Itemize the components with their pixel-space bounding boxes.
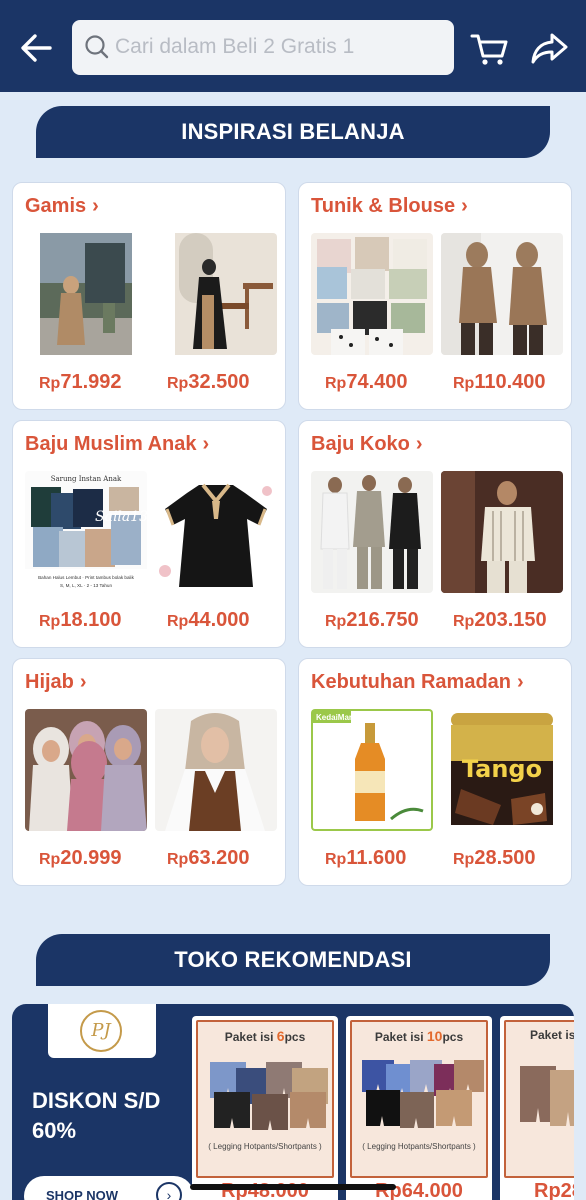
product-price: Rp64.000	[375, 1180, 463, 1200]
cart-icon	[470, 34, 508, 65]
product-image[interactable]	[441, 233, 563, 355]
category-title[interactable]: Gamis ›	[25, 195, 99, 218]
product-image: Paket isi 10pcs ( Legging Hotpants/Short…	[350, 1020, 488, 1178]
home-indicator	[190, 1184, 396, 1190]
product-price: Rp44.000	[167, 609, 250, 631]
back-button[interactable]	[14, 26, 58, 70]
chevron-right-icon: ›	[92, 195, 99, 217]
paket-label: Paket isi 6pcs	[224, 1028, 306, 1044]
search-placeholder: Cari dalam Beli 2 Gratis 1	[115, 35, 355, 58]
product-image[interactable]	[441, 471, 563, 593]
product-price: Rp203.150	[453, 609, 547, 631]
chevron-right-icon: ›	[461, 195, 468, 217]
category-card-baju-koko[interactable]: Baju Koko › Rp216.750 Rp203.150	[298, 420, 572, 648]
shop-now-label: SHOP NOW	[46, 1188, 118, 1200]
toko-recommendation-panel: PJ DISKON S/D 60% SHOP NOW › Paket isi 6…	[12, 1004, 574, 1200]
product-price: Rp71.992	[39, 371, 122, 393]
product-image[interactable]: Tango	[441, 709, 563, 831]
top-bar: Cari dalam Beli 2 Gratis 1	[0, 0, 586, 92]
toko-rekomendasi-banner: TOKO REKOMENDASI	[36, 934, 550, 986]
category-title[interactable]: Hijab ›	[25, 671, 87, 694]
product-card[interactable]: Paket isi 6pcs ( Legging Hotpants/Shortp…	[192, 1016, 338, 1200]
product-image[interactable]: KedaiMart	[311, 709, 433, 831]
category-card-baju-muslim-anak[interactable]: Baju Muslim Anak › Sarung Instan Anak Sail…	[12, 420, 286, 648]
product-price: Rp18.100	[39, 609, 122, 631]
product-image[interactable]	[155, 233, 277, 355]
product-image[interactable]	[25, 709, 147, 831]
svg-text:Saila13: Saila13	[95, 509, 147, 525]
category-card-tunik-blouse[interactable]: Tunik & Blouse › Rp74.400 Rp110.400	[298, 182, 572, 410]
svg-text:Sarung Instan Anak: Sarung Instan Anak	[51, 475, 122, 483]
category-card-kebutuhan-ramadan[interactable]: Kebutuhan Ramadan › KedaiMart Tango Rp11.…	[298, 658, 572, 886]
product-price: Rp11.600	[325, 847, 407, 869]
svg-text:S, M, L, XL · 2 - 13 Tahun: S, M, L, XL · 2 - 13 Tahun	[60, 583, 113, 588]
chevron-right-icon: ›	[79, 671, 87, 693]
product-card[interactable]: Paket isi Rp28	[500, 1016, 574, 1200]
product-price: Rp32.500	[167, 371, 250, 393]
product-price: Rp28.500	[453, 847, 536, 869]
category-title[interactable]: Tunik & Blouse ›	[311, 195, 468, 218]
paket-label: Paket isi 10pcs	[374, 1028, 464, 1044]
svg-text:KedaiMart: KedaiMart	[316, 713, 355, 722]
promo-line-1: DISKON S/D	[32, 1088, 161, 1113]
store-logo-mark: PJ	[80, 1010, 122, 1052]
svg-text:Tango: Tango	[462, 755, 542, 783]
chevron-right-icon: ›	[517, 671, 524, 693]
inspirasi-banner: INSPIRASI BELANJA	[36, 106, 550, 158]
product-price: Rp63.200	[167, 847, 250, 869]
product-price: Rp74.400	[325, 371, 408, 393]
product-subtitle: ( Legging Hotpants/Shortpants )	[208, 1142, 322, 1151]
product-image[interactable]	[155, 709, 277, 831]
category-title[interactable]: Baju Koko ›	[311, 433, 423, 456]
product-image: Paket isi	[504, 1020, 574, 1178]
product-image: Paket isi 6pcs ( Legging Hotpants/Shortp…	[196, 1020, 334, 1178]
svg-text:Bahan Halus Lembut · Print tam: Bahan Halus Lembut · Print tambus bolak …	[38, 575, 134, 580]
cart-button[interactable]	[468, 26, 512, 70]
chevron-right-icon: ›	[202, 433, 210, 455]
promo-text: DISKON S/D 60%	[32, 1086, 192, 1146]
share-button[interactable]	[528, 26, 572, 70]
category-card-hijab[interactable]: Hijab › Rp20.999 Rp63.200	[12, 658, 286, 886]
product-price: Rp48.000	[221, 1180, 309, 1200]
product-price: Rp216.750	[325, 609, 419, 631]
product-card[interactable]: Paket isi 10pcs ( Legging Hotpants/Short…	[346, 1016, 492, 1200]
search-input[interactable]: Cari dalam Beli 2 Gratis 1	[72, 20, 454, 75]
chevron-right-icon: ›	[156, 1182, 182, 1200]
category-card-gamis[interactable]: Gamis › Rp71.992 Rp32.500	[12, 182, 286, 410]
promo-line-2: 60%	[32, 1118, 77, 1143]
share-icon	[531, 33, 568, 64]
search-icon	[85, 35, 109, 59]
paket-label: Paket isi	[530, 1028, 574, 1042]
product-image[interactable]	[25, 233, 147, 355]
product-subtitle: ( Legging Hotpants/Shortpants )	[362, 1142, 476, 1151]
category-title[interactable]: Kebutuhan Ramadan ›	[311, 671, 524, 694]
product-price: Rp28	[534, 1180, 574, 1200]
product-image[interactable]	[311, 471, 433, 593]
shop-now-button[interactable]: SHOP NOW ›	[24, 1176, 194, 1200]
arrow-left-icon	[21, 34, 52, 62]
chevron-right-icon: ›	[415, 433, 423, 455]
product-price: Rp20.999	[39, 847, 122, 869]
product-image[interactable]	[311, 233, 433, 355]
store-logo[interactable]: PJ	[48, 1004, 156, 1058]
category-title[interactable]: Baju Muslim Anak ›	[25, 433, 209, 456]
product-image[interactable]	[155, 471, 277, 593]
product-image[interactable]: Sarung Instan Anak Saila13 Bahan Halus Lem…	[25, 471, 147, 593]
product-price: Rp110.400	[453, 371, 546, 393]
